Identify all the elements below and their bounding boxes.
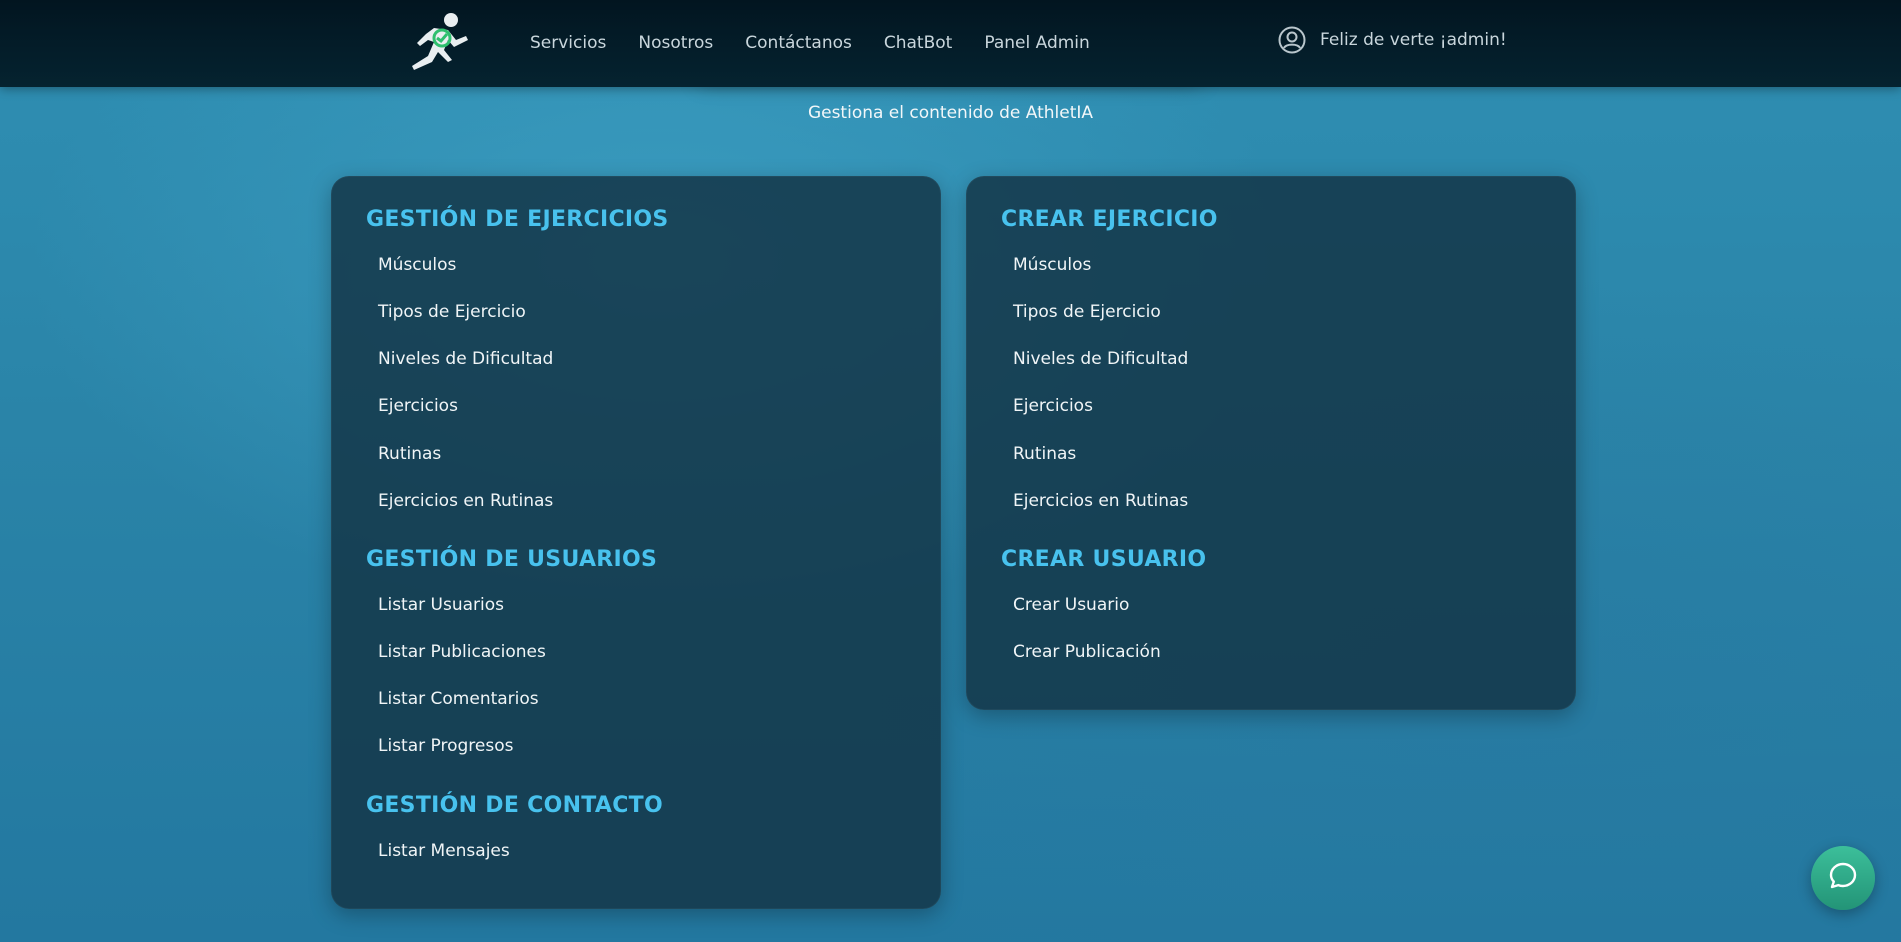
section-title-usuarios: GESTIÓN DE USUARIOS: [366, 547, 658, 572]
nav-servicios[interactable]: Servicios: [530, 33, 606, 53]
create-card: CREAR EJERCICIO Músculos Tipos de Ejerci…: [966, 176, 1576, 710]
main-nav: Servicios Nosotros Contáctanos ChatBot P…: [530, 0, 1122, 87]
user-circle-icon: [1278, 26, 1306, 54]
chat-fab-button[interactable]: [1811, 846, 1875, 910]
nav-nosotros[interactable]: Nosotros: [638, 33, 713, 53]
link-crear-musculos[interactable]: Músculos: [1013, 255, 1091, 275]
link-crear-ejercicios-en-rutinas[interactable]: Ejercicios en Rutinas: [1013, 491, 1188, 511]
link-crear-ejercicios[interactable]: Ejercicios: [1013, 396, 1093, 416]
link-listar-progresos[interactable]: Listar Progresos: [378, 736, 513, 756]
chat-bubble-icon: [1827, 860, 1859, 896]
section-title-crear-ejercicio: CREAR EJERCICIO: [1001, 207, 1218, 232]
nav-chatbot[interactable]: ChatBot: [884, 33, 952, 53]
user-menu[interactable]: Feliz de verte ¡admin!: [1278, 24, 1507, 56]
link-crear-publicacion[interactable]: Crear Publicación: [1013, 642, 1161, 662]
section-title-ejercicios: GESTIÓN DE EJERCICIOS: [366, 207, 669, 232]
link-ejercicios-en-rutinas[interactable]: Ejercicios en Rutinas: [378, 491, 553, 511]
link-rutinas[interactable]: Rutinas: [378, 444, 441, 464]
management-card: GESTIÓN DE EJERCICIOS Músculos Tipos de …: [331, 176, 941, 909]
link-listar-publicaciones[interactable]: Listar Publicaciones: [378, 642, 546, 662]
link-musculos[interactable]: Músculos: [378, 255, 456, 275]
link-ejercicios[interactable]: Ejercicios: [378, 396, 458, 416]
page-subtitle: Gestiona el contenido de AthletIA: [807, 103, 1094, 123]
nav-contactanos[interactable]: Contáctanos: [745, 33, 852, 53]
top-navbar: Servicios Nosotros Contáctanos ChatBot P…: [0, 0, 1901, 87]
link-listar-usuarios[interactable]: Listar Usuarios: [378, 595, 504, 615]
section-title-contacto: GESTIÓN DE CONTACTO: [366, 793, 663, 818]
runner-logo-icon[interactable]: [404, 10, 476, 76]
user-greeting: Feliz de verte ¡admin!: [1320, 30, 1507, 50]
link-crear-niveles-dificultad[interactable]: Niveles de Dificultad: [1013, 349, 1188, 369]
link-crear-tipos-ejercicio[interactable]: Tipos de Ejercicio: [1013, 302, 1161, 322]
link-listar-mensajes[interactable]: Listar Mensajes: [378, 841, 510, 861]
section-title-crear-usuario: CREAR USUARIO: [1001, 547, 1207, 572]
link-niveles-dificultad[interactable]: Niveles de Dificultad: [378, 349, 553, 369]
link-crear-rutinas[interactable]: Rutinas: [1013, 444, 1076, 464]
nav-panel-admin[interactable]: Panel Admin: [984, 33, 1089, 53]
link-crear-usuario[interactable]: Crear Usuario: [1013, 595, 1129, 615]
link-tipos-ejercicio[interactable]: Tipos de Ejercicio: [378, 302, 526, 322]
link-listar-comentarios[interactable]: Listar Comentarios: [378, 689, 539, 709]
